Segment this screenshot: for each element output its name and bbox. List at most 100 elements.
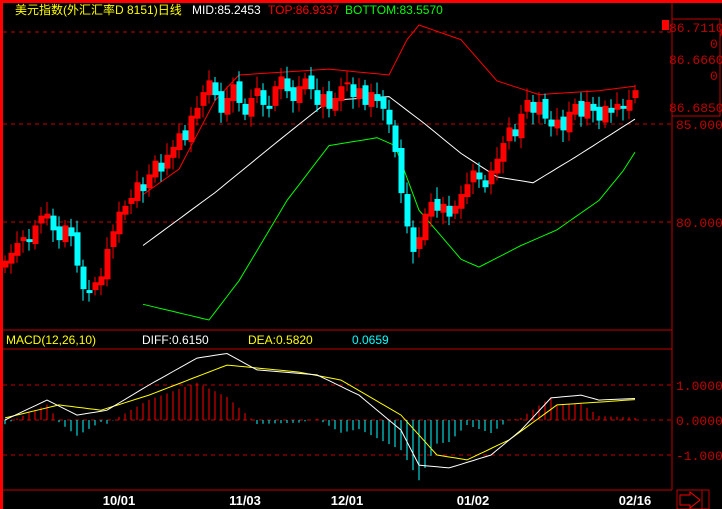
candle-down	[482, 180, 489, 188]
candle-up-body	[207, 80, 212, 95]
candle-down	[434, 198, 441, 211]
candle-down	[266, 105, 273, 109]
candle-up-body	[249, 98, 254, 117]
candle-up-body	[177, 133, 182, 150]
date-tick-label: 10/01	[103, 493, 136, 508]
candle-up-body	[165, 155, 170, 169]
candle-up-body	[231, 84, 236, 101]
candle-down	[26, 239, 33, 243]
candle-up-body	[369, 92, 374, 107]
candle-down	[140, 184, 147, 192]
candle-up-body	[573, 104, 578, 115]
candle-down	[476, 172, 483, 180]
candle-up-body	[189, 116, 194, 142]
lower-band-line	[142, 137, 636, 321]
candle-down	[326, 91, 333, 109]
candle-up-body	[105, 249, 110, 279]
date-tick-label: 11/03	[229, 493, 261, 508]
candle-down	[404, 194, 411, 227]
candle-down	[50, 215, 57, 231]
candle-down	[596, 106, 603, 121]
candle-down	[260, 90, 267, 105]
candle-up-body	[537, 102, 542, 115]
candle-down	[284, 78, 291, 92]
candle-down	[212, 82, 219, 96]
candle-up-body	[567, 112, 572, 132]
scroll-right-button[interactable]	[676, 489, 710, 509]
date-tick-label: 01/02	[457, 493, 490, 508]
candle-down	[68, 227, 75, 237]
candle-down	[290, 87, 297, 101]
macd-tick-label: -1.0000	[676, 449, 722, 464]
candle-down	[410, 227, 417, 252]
candle-up-body	[279, 76, 284, 89]
macd-tick-label: 0.0000	[676, 414, 722, 429]
candle-down	[158, 162, 165, 172]
candle-up-body	[201, 92, 206, 106]
candle-up-body	[15, 243, 20, 256]
candle-up-body	[495, 159, 500, 173]
bottom-value: BOTTOM:83.5570	[345, 3, 443, 17]
candle-down	[590, 103, 597, 111]
candle-down	[386, 109, 393, 125]
candle-up-body	[273, 86, 278, 106]
candle-up-body	[333, 98, 338, 111]
candle-up-body	[9, 253, 14, 264]
diff-value: DIFF:0.6150	[142, 333, 209, 347]
candle-up-body	[153, 161, 158, 177]
candle-down	[380, 97, 387, 109]
candle-up-body	[63, 225, 68, 242]
candle-up-body	[3, 261, 8, 268]
candle-down	[608, 107, 615, 113]
candle-up-body	[225, 98, 230, 115]
candle-up-body	[555, 120, 560, 128]
candle-up-body	[519, 114, 524, 138]
price-tick-label: 80.0000	[676, 216, 722, 231]
candle-up-body	[423, 214, 428, 240]
candle-up-body	[21, 237, 26, 241]
candle-up-body	[525, 100, 530, 112]
candle-up-body	[129, 198, 134, 204]
tooltip-line-4: 0	[710, 69, 718, 84]
candle-up-body	[147, 174, 152, 188]
candle-down	[362, 85, 369, 105]
candle-down	[74, 232, 81, 266]
candle-down	[560, 116, 567, 131]
candle-up-body	[135, 182, 140, 201]
candle-up-body	[111, 231, 116, 247]
candle-up-body	[357, 88, 362, 99]
candle-up-body	[33, 225, 38, 244]
cursor-marker	[662, 20, 669, 30]
mid-value: MID:85.2453	[192, 3, 261, 17]
candle-up-body	[123, 206, 128, 215]
candle-up-body	[339, 86, 344, 101]
candle-down	[182, 130, 189, 141]
candle-up-body	[45, 214, 50, 219]
candle-down	[446, 205, 453, 217]
candle-down	[392, 125, 399, 152]
tooltip-line-3: 86.6660	[669, 53, 722, 68]
macd-tick-label: 1.0000	[676, 379, 722, 394]
top-value: TOP:86.9337	[268, 3, 339, 17]
candle-up-body	[615, 104, 620, 110]
candle-up-body	[459, 194, 464, 209]
candle-up-body	[453, 206, 458, 214]
candle-up-body	[501, 143, 506, 162]
left-border	[0, 0, 3, 509]
candle-up-body	[171, 147, 176, 158]
candle-down	[314, 90, 321, 105]
diff-line	[4, 352, 636, 469]
candle-down	[86, 290, 93, 294]
tooltip-line-5: 86.6850	[669, 101, 722, 116]
chart-title: 美元指数(外汇汇率D 8151)日线	[15, 2, 182, 17]
candle-down	[398, 148, 405, 194]
candle-up-body	[489, 171, 494, 184]
candle-up-body	[39, 216, 44, 223]
candle-down	[512, 129, 519, 137]
candle-up-body	[603, 106, 608, 123]
candle-up-body	[99, 276, 104, 285]
candle-up-body	[633, 90, 638, 98]
candle-up-body	[627, 100, 632, 111]
candle-down	[56, 226, 63, 241]
chart-canvas: 90.000085.000080.00001.00000.0000-1.0000…	[0, 0, 722, 509]
